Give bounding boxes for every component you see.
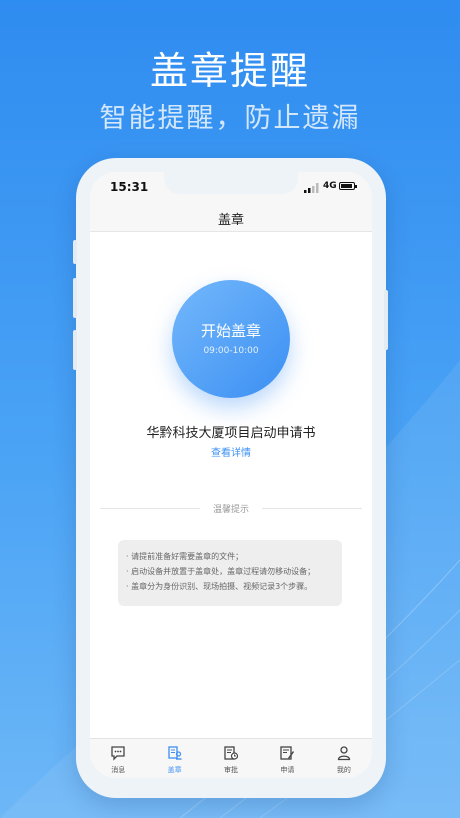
tab-label: 盖章 <box>167 766 182 774</box>
message-icon <box>111 746 125 761</box>
promo-title: 盖章提醒 <box>149 49 310 93</box>
divider-right <box>262 508 362 509</box>
profile-icon <box>337 746 350 761</box>
nav-bar: 盖章 <box>90 202 372 232</box>
phone-side-button <box>73 240 77 264</box>
battery-icon <box>339 182 357 190</box>
tab-stamp[interactable]: 盖章 <box>146 739 202 778</box>
status-time: 15:31 <box>110 180 149 194</box>
phone-notch <box>164 172 298 194</box>
tab-messages[interactable]: 消息 <box>90 739 146 778</box>
phone-side-button <box>73 278 77 318</box>
promo-subtitle: 智能提醒，防止遗漏 <box>99 103 361 134</box>
stamp-icon <box>167 746 182 760</box>
tab-approval[interactable]: 审批 <box>203 739 259 778</box>
tips-box: · 请提前准备好需要盖章的文件； · 启动设备并放置于盖章处，盖章过程请勿移动设… <box>118 540 342 606</box>
approval-icon <box>224 746 239 760</box>
start-stamp-button[interactable]: 开始盖章 09:00-10:00 <box>172 280 290 398</box>
phone-screen: 15:31 4G 盖章 开始盖章 09:00-10:00 华黔科技大厦项目启动申… <box>90 172 372 778</box>
tip-line: · 盖章分为身份识别、现场拍摄、视频记录3个步骤。 <box>126 582 313 591</box>
phone-side-button <box>73 330 77 370</box>
tab-label: 申请 <box>280 766 295 774</box>
tab-label: 审批 <box>224 766 239 774</box>
signal-icon <box>304 183 319 193</box>
tab-label: 消息 <box>111 766 126 774</box>
stamp-hours: 09:00-10:00 <box>203 346 259 356</box>
document-title: 华黔科技大厦项目启动申请书 <box>146 426 316 441</box>
tip-line: · 请提前准备好需要盖章的文件； <box>126 552 244 561</box>
tab-label: 我的 <box>336 766 351 774</box>
apply-icon <box>280 746 295 760</box>
page-title: 盖章 <box>217 213 244 228</box>
view-details-link[interactable]: 查看详情 <box>90 444 372 459</box>
status-bar: 15:31 4G <box>90 172 372 202</box>
tab-bar: 消息 盖章 审批 申请 我的 <box>90 738 372 778</box>
tab-profile[interactable]: 我的 <box>316 739 372 778</box>
start-stamp-label: 开始盖章 <box>200 322 261 340</box>
network-type: 4G <box>323 181 337 191</box>
phone-side-button <box>384 290 388 350</box>
tip-line: · 启动设备并放置于盖章处，盖章过程请勿移动设备； <box>126 567 316 576</box>
tab-apply[interactable]: 申请 <box>259 739 315 778</box>
